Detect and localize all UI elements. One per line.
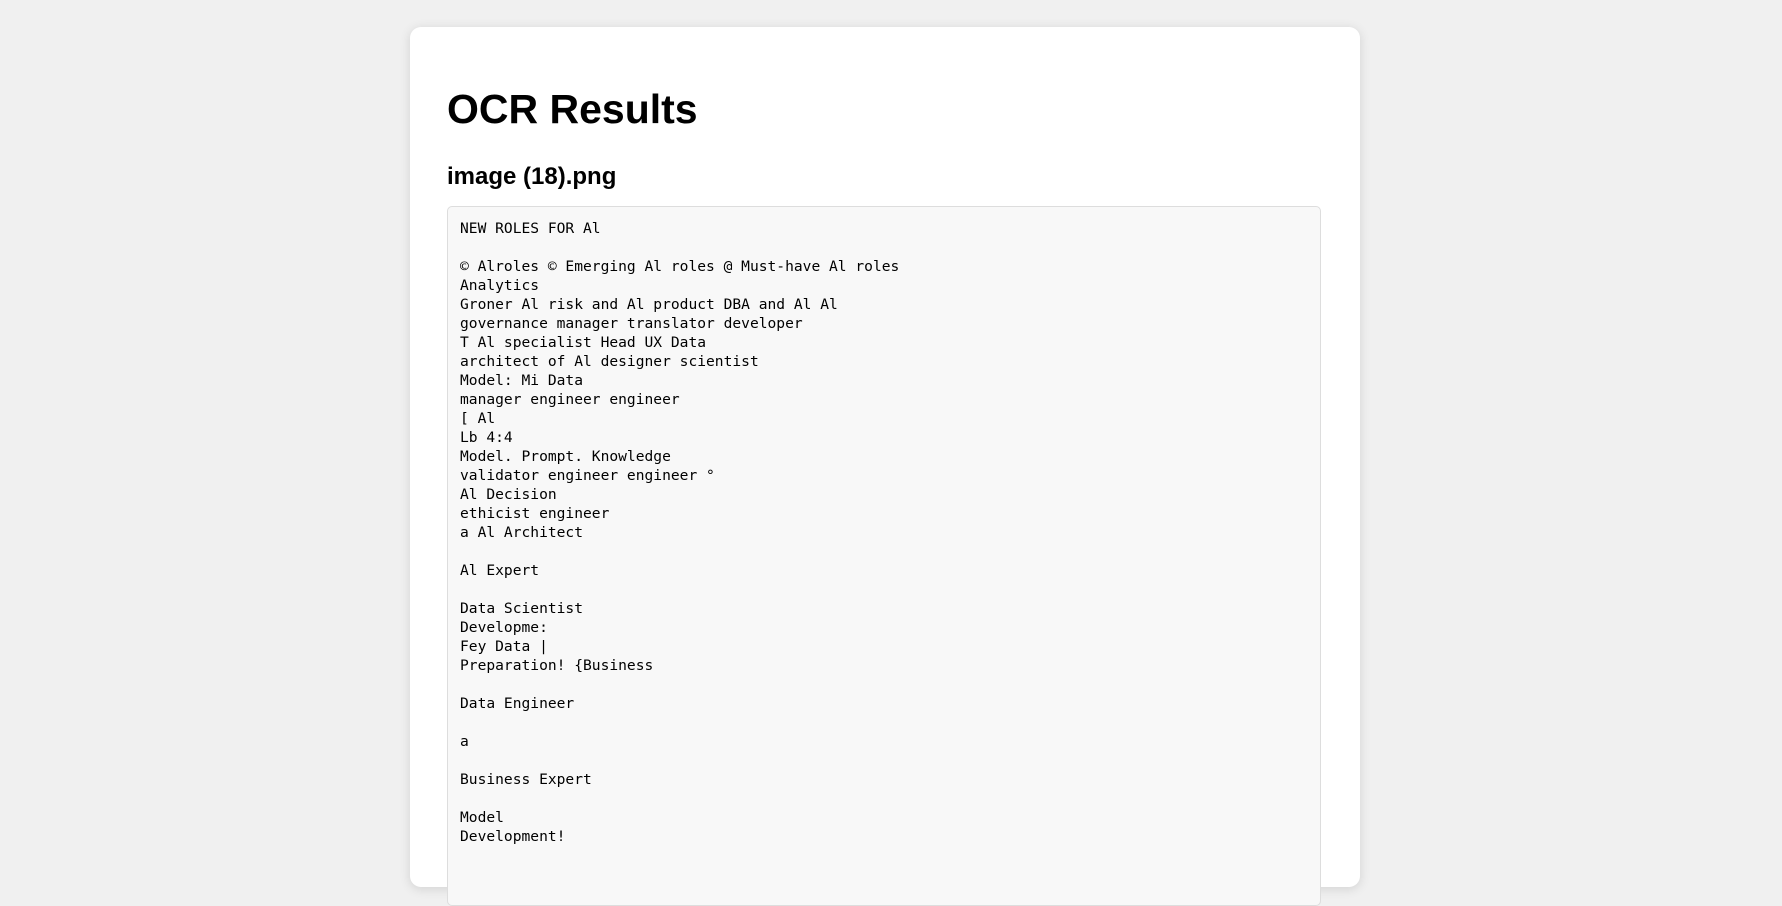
page-title: OCR Results [447,86,698,132]
ocr-results-card: OCR Results image (18).png NEW ROLES FOR… [410,27,1360,906]
ocr-text-content: NEW ROLES FOR Al © Alroles © Emerging Al… [460,220,900,845]
ocr-text-panel[interactable]: NEW ROLES FOR Al © Alroles © Emerging Al… [447,206,1321,906]
file-name-heading: image (18).png [447,163,617,190]
